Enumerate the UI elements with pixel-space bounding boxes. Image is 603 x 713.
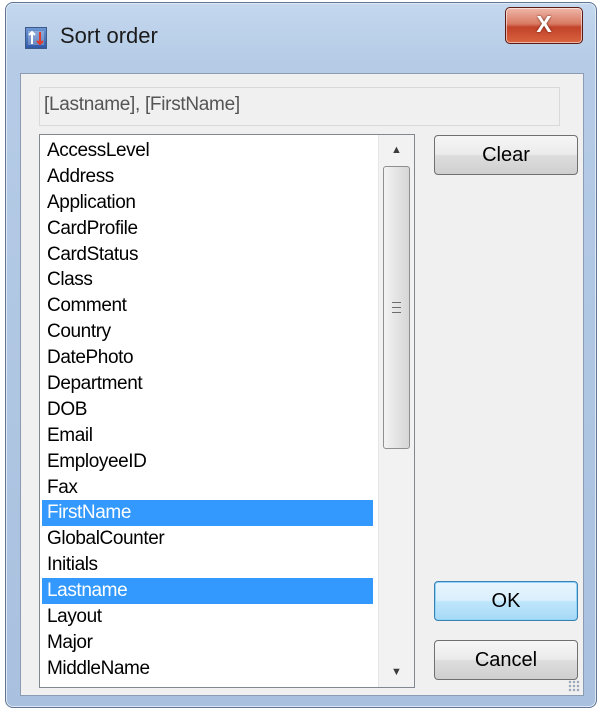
field-list-item[interactable]: Layout <box>42 604 373 630</box>
field-list-item[interactable]: Email <box>42 423 373 449</box>
field-list-item[interactable]: DatePhoto <box>42 345 373 371</box>
size-grip-icon[interactable] <box>568 680 580 692</box>
field-list-item[interactable]: FirstName <box>42 500 373 527</box>
field-list-item[interactable]: GlobalCounter <box>42 526 373 552</box>
field-list-item[interactable]: Fax <box>42 475 373 501</box>
field-list-item[interactable]: Comment <box>42 293 373 319</box>
sort-order-dialog: Sort order X [Lastname], [FirstName] Acc… <box>5 2 597 708</box>
field-list-item[interactable]: DOB <box>42 397 373 423</box>
scrollbar-grip-icon <box>392 302 401 313</box>
vertical-scrollbar[interactable]: ▲ ▼ <box>378 135 414 687</box>
ok-button[interactable]: OK <box>434 581 578 621</box>
title-bar[interactable]: Sort order X <box>6 3 596 73</box>
field-list-item[interactable]: Initials <box>42 552 373 578</box>
scroll-up-arrow-icon[interactable]: ▲ <box>379 135 414 165</box>
field-list-item[interactable]: Address <box>42 164 373 190</box>
field-list-item[interactable]: EmployeeID <box>42 449 373 475</box>
field-list-item[interactable]: Lastname <box>42 578 373 605</box>
field-list-item[interactable]: CardProfile <box>42 216 373 242</box>
clear-button[interactable]: Clear <box>434 135 578 175</box>
sort-order-icon <box>25 27 47 49</box>
field-list-item[interactable]: Country <box>42 319 373 345</box>
field-list-item[interactable]: Class <box>42 267 373 293</box>
sort-expression-field: [Lastname], [FirstName] <box>39 87 560 126</box>
close-icon: X <box>536 11 552 37</box>
field-list-item[interactable]: MiddleName <box>42 656 373 682</box>
field-list-item[interactable]: CardStatus <box>42 242 373 268</box>
field-list[interactable]: AccessLevel Address Application CardProfile… <box>39 134 415 688</box>
field-list-items: AccessLevel Address Application CardProfile… <box>42 138 373 682</box>
cancel-button[interactable]: Cancel <box>434 640 578 680</box>
window-title: Sort order <box>60 23 158 48</box>
close-button[interactable]: X <box>505 7 583 44</box>
field-list-item[interactable]: Major <box>42 630 373 656</box>
field-list-item[interactable]: AccessLevel <box>42 138 373 164</box>
scroll-down-arrow-icon[interactable]: ▼ <box>379 657 414 687</box>
field-list-item[interactable]: Department <box>42 371 373 397</box>
scrollbar-thumb[interactable] <box>383 166 410 449</box>
dialog-body: [Lastname], [FirstName] AccessLevel Addre… <box>20 73 584 696</box>
field-list-item[interactable]: Application <box>42 190 373 216</box>
